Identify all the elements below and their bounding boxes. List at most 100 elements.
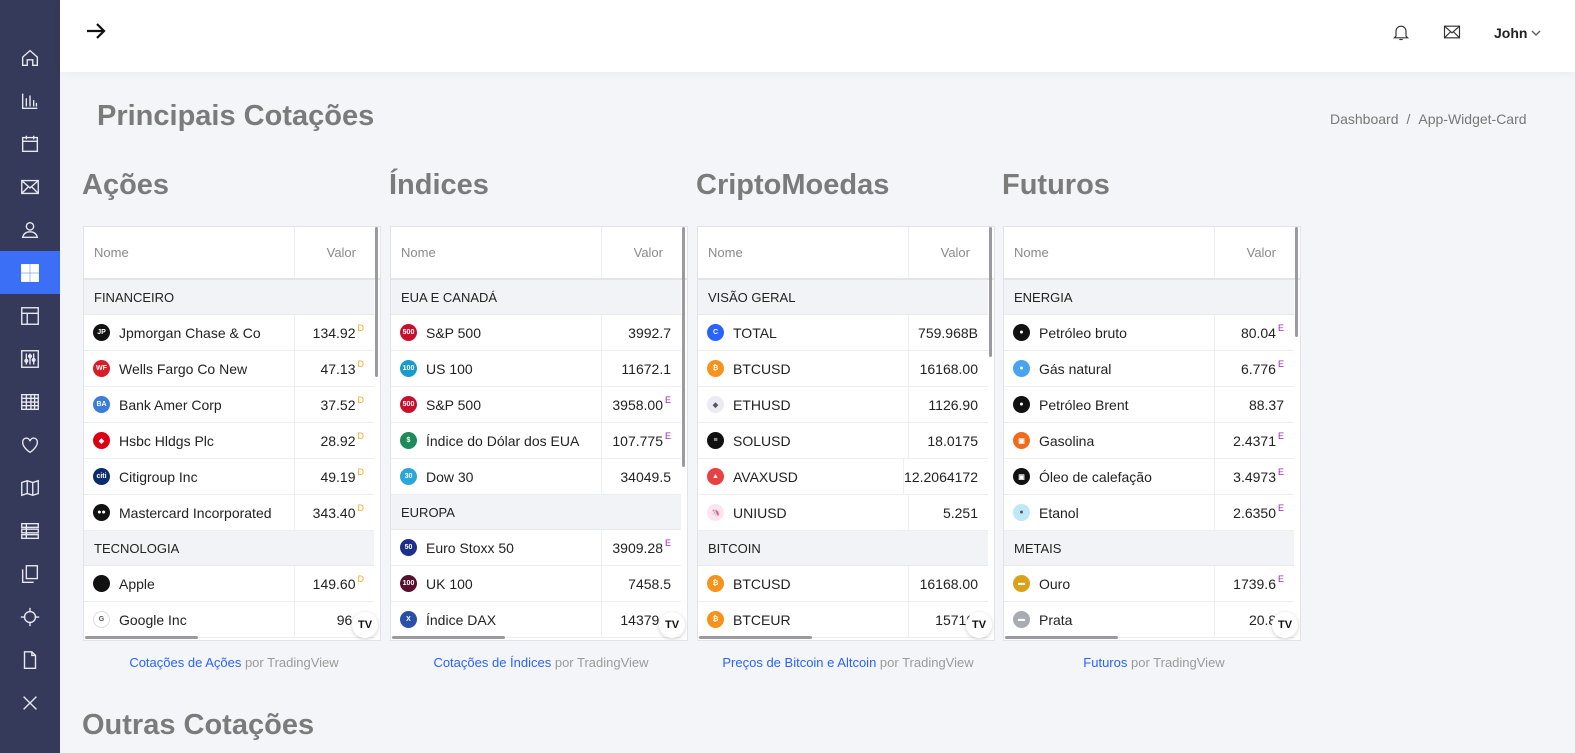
- total-icon: C: [707, 324, 724, 341]
- quote-value-cell: 49.19 D: [295, 459, 374, 494]
- sidebar-item-bar-chart[interactable]: [0, 79, 60, 122]
- quote-name: Petróleo bruto: [1039, 324, 1127, 341]
- breadcrumb-dashboard[interactable]: Dashboard: [1330, 111, 1399, 127]
- sidebar-item-sliders[interactable]: [0, 337, 60, 380]
- quote-row[interactable]: ▣ Óleo de calefação 3.4973 E: [1004, 459, 1294, 495]
- vertical-scrollbar[interactable]: [1295, 227, 1298, 337]
- tradingview-logo-icon[interactable]: TV: [352, 612, 378, 638]
- quote-row[interactable]: $ Índice do Dólar dos EUA 107.775 E: [391, 423, 681, 459]
- quote-row[interactable]: Apple 149.60 D: [84, 566, 374, 602]
- user-menu[interactable]: John: [1494, 25, 1542, 41]
- quotes-widget[interactable]: Nome Valor ENERGIA ● Petróleo bruto 80.04 E ● Gá…: [1003, 226, 1301, 641]
- quote-row[interactable]: citi Citigroup Inc 49.19 D: [84, 459, 374, 495]
- sidebar-item-user[interactable]: [0, 208, 60, 251]
- sidebar-item-calendar[interactable]: [0, 122, 60, 165]
- horizontal-scrollbar[interactable]: [85, 636, 198, 639]
- quote-row[interactable]: BA Bank Amer Corp 37.52 D: [84, 387, 374, 423]
- quote-value: 28.92: [320, 432, 356, 449]
- horizontal-scrollbar[interactable]: [1005, 636, 1118, 639]
- attribution-link[interactable]: Cotações de Ações: [129, 655, 241, 670]
- mail-icon[interactable]: [1442, 22, 1462, 42]
- quote-row[interactable]: ₿ BTCEUR 15710.: [698, 602, 988, 638]
- quote-row[interactable]: ▲ AVAXUSD 12.2064172: [698, 459, 988, 495]
- quote-row[interactable]: ● Petróleo Brent 88.37: [1004, 387, 1294, 423]
- quotes-widget[interactable]: Nome Valor VISÃO GERAL C TOTAL 759.968B ₿ BTCUS…: [697, 226, 995, 641]
- group-header: BITCOIN: [698, 531, 988, 566]
- quote-row[interactable]: ● Petróleo bruto 80.04 E: [1004, 315, 1294, 351]
- quote-value: 149.60: [312, 575, 356, 592]
- quote-row[interactable]: 50 Euro Stoxx 50 3909.28 E: [391, 530, 681, 566]
- horizontal-scrollbar[interactable]: [392, 636, 505, 639]
- quotes-widget[interactable]: Nome Valor EUA E CANADÁ 500 S&P 500 3992.7 100…: [390, 226, 688, 641]
- attribution-text[interactable]: por TradingView: [876, 655, 974, 670]
- quote-value: 5.251: [942, 504, 978, 521]
- sidebar-item-mail[interactable]: [0, 165, 60, 208]
- quote-name-cell: ₿ BTCUSD: [698, 566, 909, 601]
- sidebar-item-heart[interactable]: [0, 423, 60, 466]
- quote-value-cell: 2.6350 E: [1215, 495, 1294, 530]
- attribution-text[interactable]: por TradingView: [241, 655, 339, 670]
- sliders-icon: [21, 349, 39, 368]
- quote-row[interactable]: 100 UK 100 7458.5: [391, 566, 681, 602]
- quote-value-cell: 18.0175: [909, 423, 988, 458]
- quote-row[interactable]: 100 US 100 11672.1: [391, 351, 681, 387]
- horizontal-scrollbar[interactable]: [699, 636, 812, 639]
- sidebar-item-list[interactable]: [0, 509, 60, 552]
- sidebar-item-copy[interactable]: [0, 552, 60, 595]
- tradingview-logo-icon[interactable]: TV: [1272, 612, 1298, 638]
- vertical-scrollbar[interactable]: [682, 227, 685, 467]
- quote-row[interactable]: X Índice DAX 14379.9: [391, 602, 681, 638]
- attribution-link[interactable]: Preços de Bitcoin e Altcoin: [722, 655, 876, 670]
- quote-row[interactable]: G Google Inc 96.8: [84, 602, 374, 638]
- attribution-link[interactable]: Futuros: [1083, 655, 1127, 670]
- quote-value-cell: 343.40 D: [295, 495, 374, 530]
- sidebar-item-layout[interactable]: [0, 294, 60, 337]
- sidebar-item-dashboard-grid[interactable]: [0, 251, 60, 294]
- quote-row[interactable]: 🦄 UNIUSD 5.251: [698, 495, 988, 531]
- quote-row[interactable]: 500 S&P 500 3958.00 E: [391, 387, 681, 423]
- quotes-widget[interactable]: Nome Valor FINANCEIRO JP Jpmorgan Chase & Co…: [83, 226, 381, 641]
- quote-row[interactable]: ◆ ETHUSD 1126.90: [698, 387, 988, 423]
- quote-row[interactable]: ₿ BTCUSD 16168.00: [698, 566, 988, 602]
- quote-row[interactable]: ₿ BTCUSD 16168.00: [698, 351, 988, 387]
- arrow-right-icon[interactable]: [84, 19, 108, 43]
- vertical-scrollbar[interactable]: [989, 227, 992, 357]
- attribution-link[interactable]: Cotações de Índices: [433, 655, 551, 670]
- quote-row[interactable]: ●● Mastercard Incorporated 343.40 D: [84, 495, 374, 531]
- sidebar-item-file[interactable]: [0, 638, 60, 681]
- sidebar-item-close[interactable]: [0, 681, 60, 724]
- attribution-text[interactable]: por TradingView: [1127, 655, 1225, 670]
- quote-row[interactable]: WF Wells Fargo Co New 47.13 D: [84, 351, 374, 387]
- quote-row[interactable]: ● Gás natural 6.776 E: [1004, 351, 1294, 387]
- quote-row[interactable]: ▣ Gasolina 2.4371 E: [1004, 423, 1294, 459]
- group-header: FINANCEIRO: [84, 280, 374, 315]
- quote-name: Petróleo Brent: [1039, 396, 1129, 413]
- column-name-header: Nome: [84, 227, 295, 278]
- tradingview-logo-icon[interactable]: TV: [966, 612, 992, 638]
- quote-row[interactable]: ▬ Ouro 1739.6 E: [1004, 566, 1294, 602]
- tradingview-logo-icon[interactable]: TV: [659, 612, 685, 638]
- sidebar-item-map[interactable]: [0, 466, 60, 509]
- dow30-icon: 30: [400, 468, 417, 485]
- bell-icon[interactable]: [1391, 22, 1411, 42]
- quote-row[interactable]: 30 Dow 30 34049.5: [391, 459, 681, 495]
- quote-row[interactable]: JP Jpmorgan Chase & Co 134.92 D: [84, 315, 374, 351]
- quote-flag: E: [1277, 502, 1284, 513]
- quote-row[interactable]: C TOTAL 759.968B: [698, 315, 988, 351]
- home-icon: [21, 49, 39, 66]
- sidebar-item-home[interactable]: [0, 36, 60, 79]
- quote-name-cell: ● Etanol: [1004, 495, 1215, 530]
- quote-row[interactable]: ◆ Hsbc Hldgs Plc 28.92 D: [84, 423, 374, 459]
- quote-row[interactable]: ▬ Prata 20.87: [1004, 602, 1294, 638]
- quote-row[interactable]: 500 S&P 500 3992.7: [391, 315, 681, 351]
- sidebar-item-crosshair[interactable]: [0, 595, 60, 638]
- vertical-scrollbar[interactable]: [375, 227, 378, 377]
- quote-row[interactable]: ● Etanol 2.6350 E: [1004, 495, 1294, 531]
- quote-row[interactable]: ≡ SOLUSD 18.0175: [698, 423, 988, 459]
- sp500-icon: 500: [400, 324, 417, 341]
- attribution-text[interactable]: por TradingView: [551, 655, 649, 670]
- bitcoin-euro-icon: ₿: [707, 611, 724, 628]
- quote-flag: D: [357, 358, 365, 369]
- sidebar-item-table-grid[interactable]: [0, 380, 60, 423]
- quote-name: Google Inc: [119, 611, 187, 628]
